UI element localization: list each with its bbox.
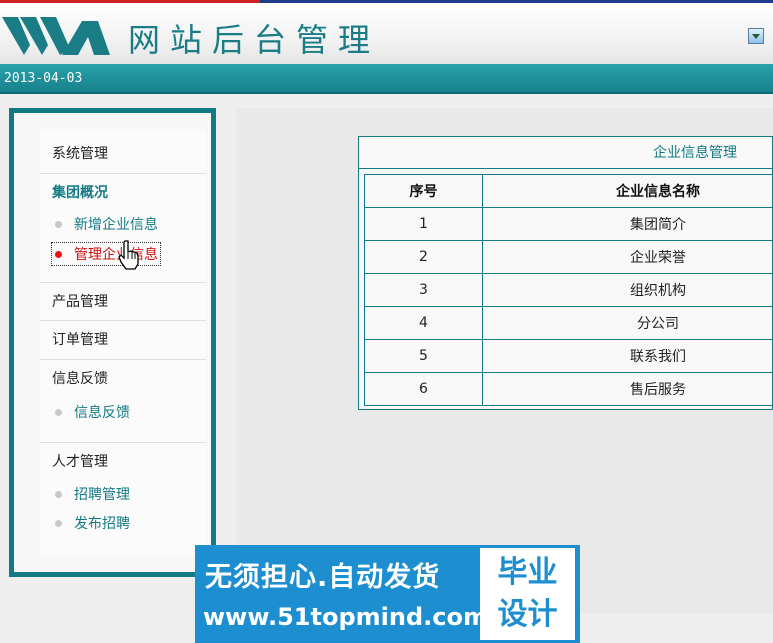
menu-group-overview[interactable]: 集团概况 xyxy=(40,174,206,213)
row-name[interactable]: 组织机构 xyxy=(482,273,773,307)
watermark-badge-line1: 毕业 xyxy=(497,555,558,590)
sidebar-item-label: 信息反馈 xyxy=(74,405,130,421)
menu-system[interactable]: 系统管理 xyxy=(40,135,206,174)
watermark-slogan: 无须担心.自动发货 xyxy=(205,562,441,593)
hand-cursor-icon xyxy=(118,240,139,270)
bullet-icon xyxy=(55,409,62,416)
sidebar-item-label: 新增企业信息 xyxy=(74,217,158,233)
watermark-banner: 无须担心.自动发货 www.51topmind.com 毕业 设计 xyxy=(195,545,580,643)
menu-feedback[interactable]: 信息反馈 xyxy=(40,360,206,399)
download-icon[interactable] xyxy=(748,28,764,44)
table-header-row: 序号 企业信息名称 xyxy=(364,174,773,208)
row-name[interactable]: 联系我们 xyxy=(482,339,773,373)
row-index: 6 xyxy=(364,372,483,406)
table-title: 企业信息管理 xyxy=(359,137,773,169)
row-name[interactable]: 售后服务 xyxy=(482,372,773,406)
bullet-icon xyxy=(55,491,62,498)
sidebar-item-manage-company-info[interactable]: 管理企业信息 xyxy=(51,242,161,266)
row-index: 1 xyxy=(364,207,483,241)
watermark-url: www.51topmind.com xyxy=(203,603,488,631)
watermark-badge-line2: 设计 xyxy=(497,597,558,632)
company-info-grid: 序号 企业信息名称 1 集团简介 2 企业荣誉 3 组织机构 4 分公司 5 联… xyxy=(364,174,773,406)
menu-talent[interactable]: 人才管理 xyxy=(40,442,206,481)
wm-logo-icon xyxy=(2,17,110,55)
bullet-icon xyxy=(55,520,62,527)
column-header-name: 企业信息名称 xyxy=(482,174,773,208)
table-row[interactable]: 6 售后服务 xyxy=(364,372,773,406)
sidebar-item-add-company-info[interactable]: 新增企业信息 xyxy=(52,213,158,237)
bullet-icon xyxy=(55,251,62,258)
table-row[interactable]: 3 组织机构 xyxy=(364,273,773,307)
sidebar-item-label: 发布招聘 xyxy=(74,516,130,532)
row-index: 4 xyxy=(364,306,483,340)
row-index: 3 xyxy=(364,273,483,307)
site-title: 网站后台管理 xyxy=(128,21,381,59)
sidebar-item-feedback[interactable]: 信息反馈 xyxy=(52,401,130,425)
sidebar: 系统管理 集团概况 新增企业信息 管理企业信息 产品管理 订单管理 信息反馈 信… xyxy=(9,108,216,577)
date-bar: 2013-04-03 xyxy=(0,64,773,94)
menu-orders[interactable]: 订单管理 xyxy=(40,321,206,360)
sidebar-item-recruit-manage[interactable]: 招聘管理 xyxy=(52,483,130,507)
table-row[interactable]: 2 企业荣誉 xyxy=(364,240,773,274)
row-name[interactable]: 分公司 xyxy=(482,306,773,340)
company-info-table: 企业信息管理 序号 企业信息名称 1 集团简介 2 企业荣誉 3 组织机构 4 xyxy=(358,136,773,410)
row-index: 2 xyxy=(364,240,483,274)
column-header-index: 序号 xyxy=(364,174,483,208)
row-index: 5 xyxy=(364,339,483,373)
table-row[interactable]: 4 分公司 xyxy=(364,306,773,340)
row-name[interactable]: 企业荣誉 xyxy=(482,240,773,274)
sidebar-item-label: 管理企业信息 xyxy=(74,247,158,263)
sidebar-item-post-job[interactable]: 发布招聘 xyxy=(52,512,130,536)
watermark-badge: 毕业 设计 xyxy=(480,548,575,640)
row-name[interactable]: 集团简介 xyxy=(482,207,773,241)
header-bar: 网站后台管理 xyxy=(0,0,773,64)
current-date: 2013-04-03 xyxy=(4,71,83,86)
menu-products[interactable]: 产品管理 xyxy=(40,282,206,321)
sidebar-menu: 系统管理 集团概况 新增企业信息 管理企业信息 产品管理 订单管理 信息反馈 信… xyxy=(40,131,206,556)
bullet-icon xyxy=(55,221,62,228)
table-row[interactable]: 1 集团简介 xyxy=(364,207,773,241)
sidebar-item-label: 招聘管理 xyxy=(74,487,130,503)
table-row[interactable]: 5 联系我们 xyxy=(364,339,773,373)
